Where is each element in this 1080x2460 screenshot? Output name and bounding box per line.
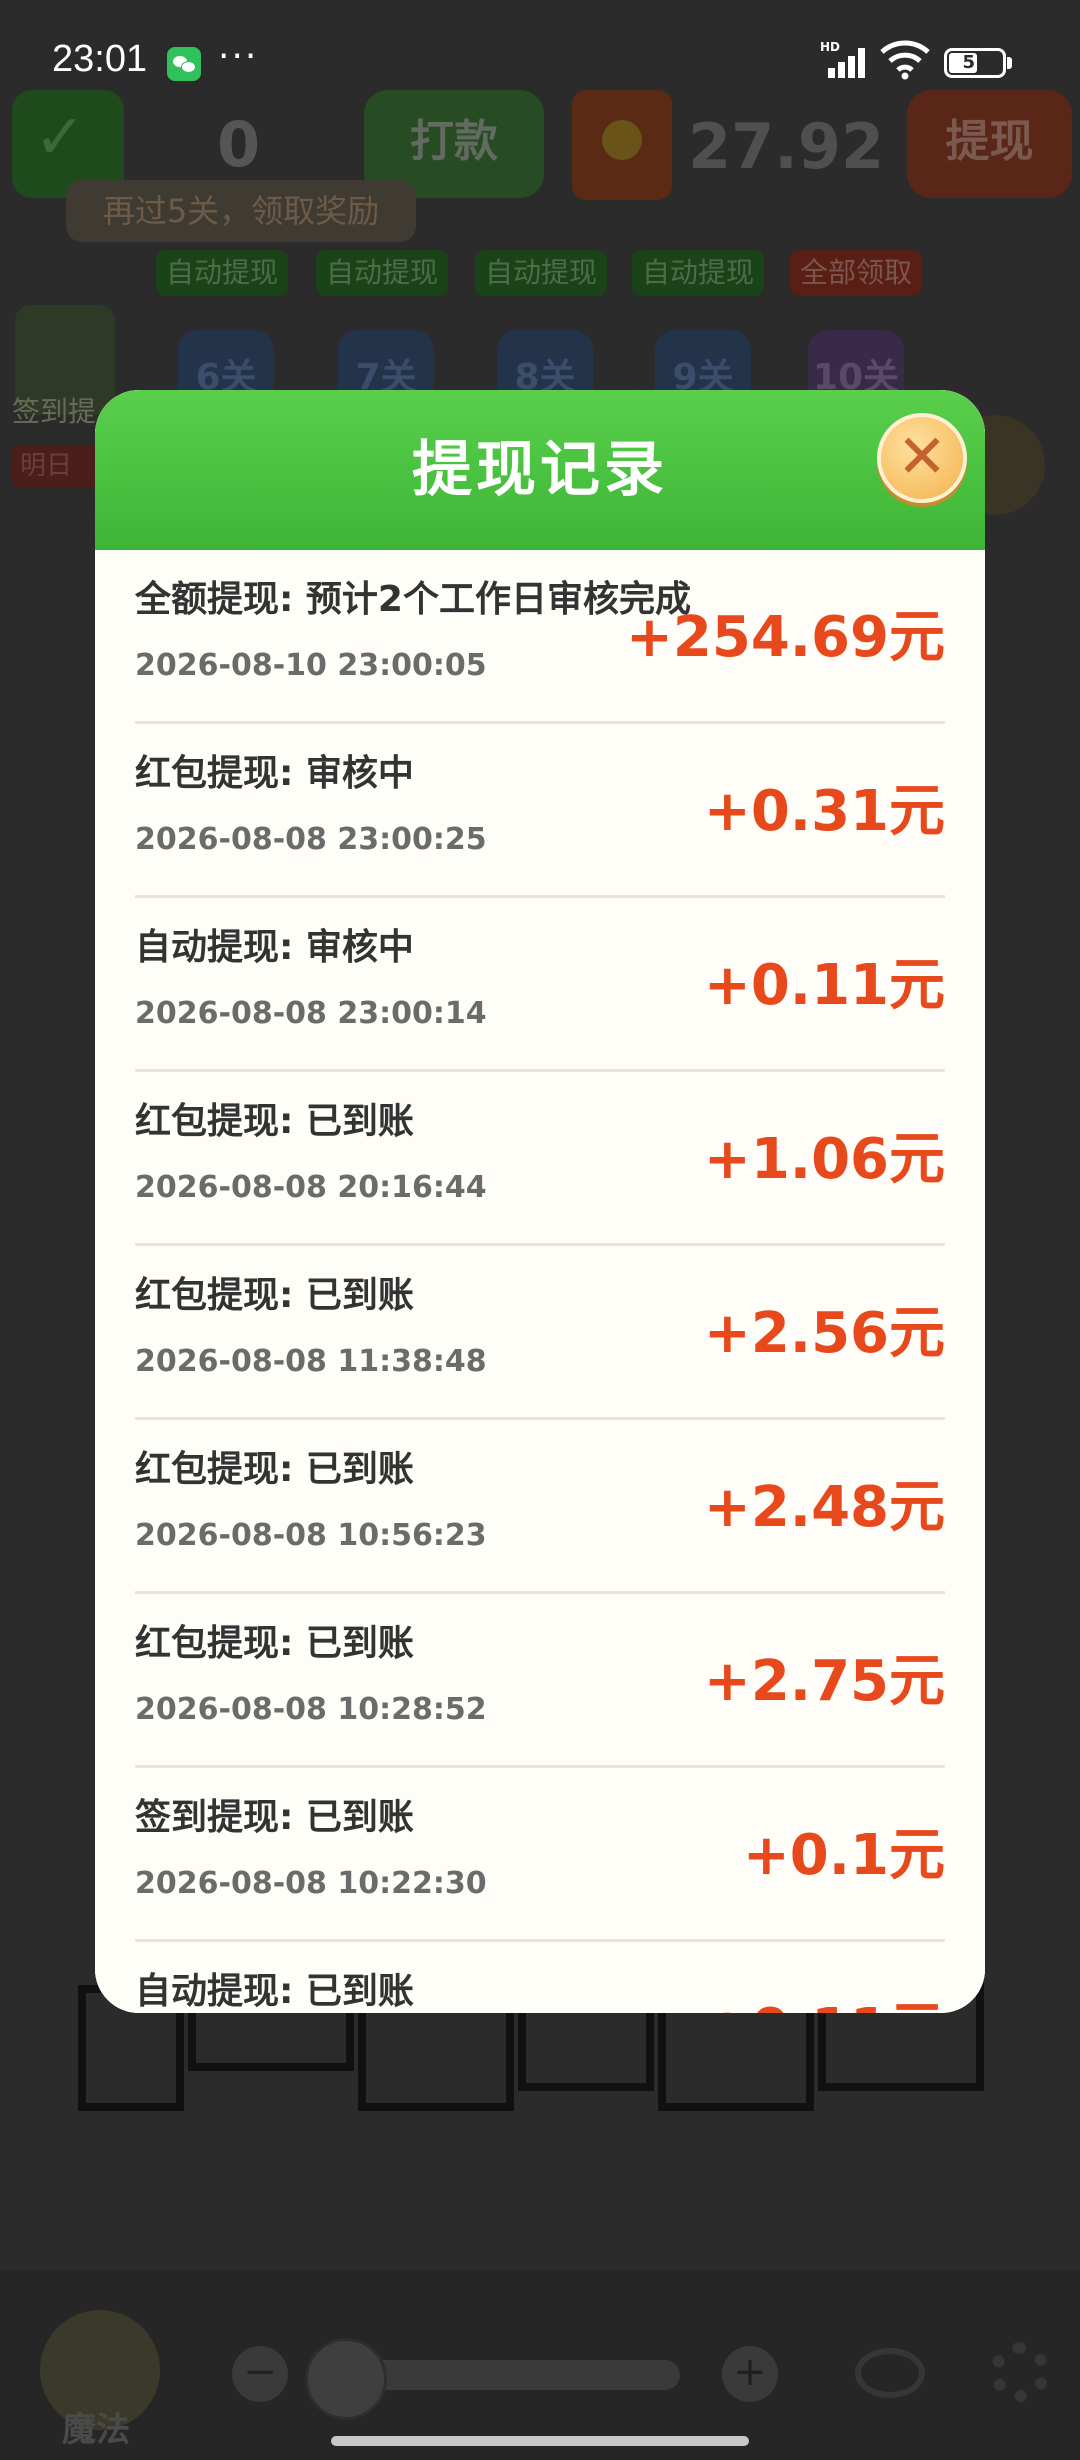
withdraw-button[interactable]: 提现 <box>907 90 1072 198</box>
record-row: 红包提现: 已到账 2026-08-08 10:28:52 +2.75元 <box>135 1594 945 1768</box>
record-title: 自动提现: 审核中 <box>135 927 414 968</box>
level-tip: 再过5关，领取奖励 <box>66 180 416 242</box>
bottom-toolbar: 魔法 − + <box>0 2270 1080 2460</box>
modal-body[interactable]: 全额提现: 预计2个工作日审核完成 2026-08-10 23:00:05 +2… <box>95 550 985 2013</box>
record-row: 签到提现: 已到账 2026-08-08 10:22:30 +0.1元 <box>135 1768 945 1942</box>
claim-all-tag[interactable]: 全部领取 <box>790 250 923 296</box>
close-icon: ✕ <box>896 422 948 492</box>
record-row: 自动提现: 已到账 +0.11元 <box>135 1942 945 2013</box>
record-amount: +0.31元 <box>703 779 945 844</box>
record-time: 2026-08-08 23:00:25 <box>135 822 487 857</box>
eye-icon[interactable] <box>855 2348 925 2398</box>
record-amount: +254.69元 <box>625 605 945 670</box>
record-row: 红包提现: 已到账 2026-08-08 11:38:48 +2.56元 <box>135 1246 945 1420</box>
modal-title: 提现记录 <box>412 435 668 505</box>
record-title: 红包提现: 已到账 <box>135 1275 414 1316</box>
zoom-in-button[interactable]: + <box>722 2346 778 2402</box>
gear-icon[interactable] <box>990 2342 1050 2402</box>
record-time: 2026-08-08 10:28:52 <box>135 1692 487 1727</box>
redpacket-icon <box>572 90 672 200</box>
withdraw-history-modal: 提现记录 ✕ 全额提现: 预计2个工作日审核完成 2026-08-10 23:0… <box>95 390 985 2013</box>
record-amount: +1.06元 <box>703 1127 945 1192</box>
record-title: 自动提现: 已到账 <box>135 1971 414 2012</box>
record-title: 签到提现: 已到账 <box>135 1797 414 1838</box>
home-indicator[interactable] <box>331 2436 749 2446</box>
status-time: 23:01 <box>52 38 148 80</box>
battery-level: 51 <box>962 52 988 73</box>
record-amount: +0.11元 <box>704 1984 945 2013</box>
zoom-slider-thumb[interactable] <box>305 2338 387 2420</box>
record-amount: +0.1元 <box>742 1823 945 1888</box>
record-time: 2026-08-08 20:16:44 <box>135 1170 487 1205</box>
zoom-out-button[interactable]: − <box>232 2346 288 2402</box>
record-time: 2026-08-08 23:00:14 <box>135 996 487 1031</box>
record-time: 2026-08-08 10:56:23 <box>135 1518 487 1553</box>
record-amount: +0.11元 <box>703 953 945 1018</box>
wifi-icon <box>880 40 930 80</box>
record-title: 红包提现: 已到账 <box>135 1623 414 1664</box>
battery-tip <box>1007 57 1012 69</box>
balance-value: 27.92 <box>688 110 885 183</box>
record-row: 全额提现: 预计2个工作日审核完成 2026-08-10 23:00:05 +2… <box>135 550 945 724</box>
modal-header: 提现记录 ✕ <box>95 390 985 550</box>
record-row: 自动提现: 审核中 2026-08-08 23:00:14 +0.11元 <box>135 898 945 1072</box>
auto-withdraw-tag: 自动提现 <box>156 250 289 296</box>
record-row: 红包提现: 已到账 2026-08-08 20:16:44 +1.06元 <box>135 1072 945 1246</box>
auto-withdraw-tag: 自动提现 <box>316 250 449 296</box>
record-time: 2026-08-08 11:38:48 <box>135 1344 487 1379</box>
record-title: 红包提现: 已到账 <box>135 1101 414 1142</box>
record-list: 全额提现: 预计2个工作日审核完成 2026-08-10 23:00:05 +2… <box>135 550 945 2013</box>
status-bar: 23:01 ··· HD 51 <box>0 0 1080 90</box>
close-button[interactable]: ✕ <box>877 413 967 503</box>
record-time: 2026-08-10 23:00:05 <box>135 648 487 683</box>
signal-icon <box>822 44 870 78</box>
auto-withdraw-tag: 自动提现 <box>475 250 608 296</box>
auto-withdraw-tag: 自动提现 <box>632 250 765 296</box>
more-notifications-icon: ··· <box>218 36 259 77</box>
auto-withdraw-tags: 自动提现 自动提现 自动提现 自动提现 全部领取 <box>0 250 1080 310</box>
coin-count: 0 <box>217 108 261 181</box>
record-amount: +2.48元 <box>703 1475 945 1540</box>
record-amount: +2.56元 <box>703 1301 945 1366</box>
record-title: 红包提现: 审核中 <box>135 753 414 794</box>
battery-icon: 51 <box>944 48 1006 78</box>
record-row: 红包提现: 已到账 2026-08-08 10:56:23 +2.48元 <box>135 1420 945 1594</box>
record-time: 2026-08-08 10:22:30 <box>135 1866 487 1901</box>
record-row: 红包提现: 审核中 2026-08-08 23:00:25 +0.31元 <box>135 724 945 898</box>
wechat-icon <box>167 47 201 81</box>
magic-label: 魔法 <box>62 2410 130 2450</box>
record-title: 全额提现: 预计2个工作日审核完成 <box>135 579 691 620</box>
record-amount: +2.75元 <box>703 1649 945 1714</box>
record-title: 红包提现: 已到账 <box>135 1449 414 1490</box>
